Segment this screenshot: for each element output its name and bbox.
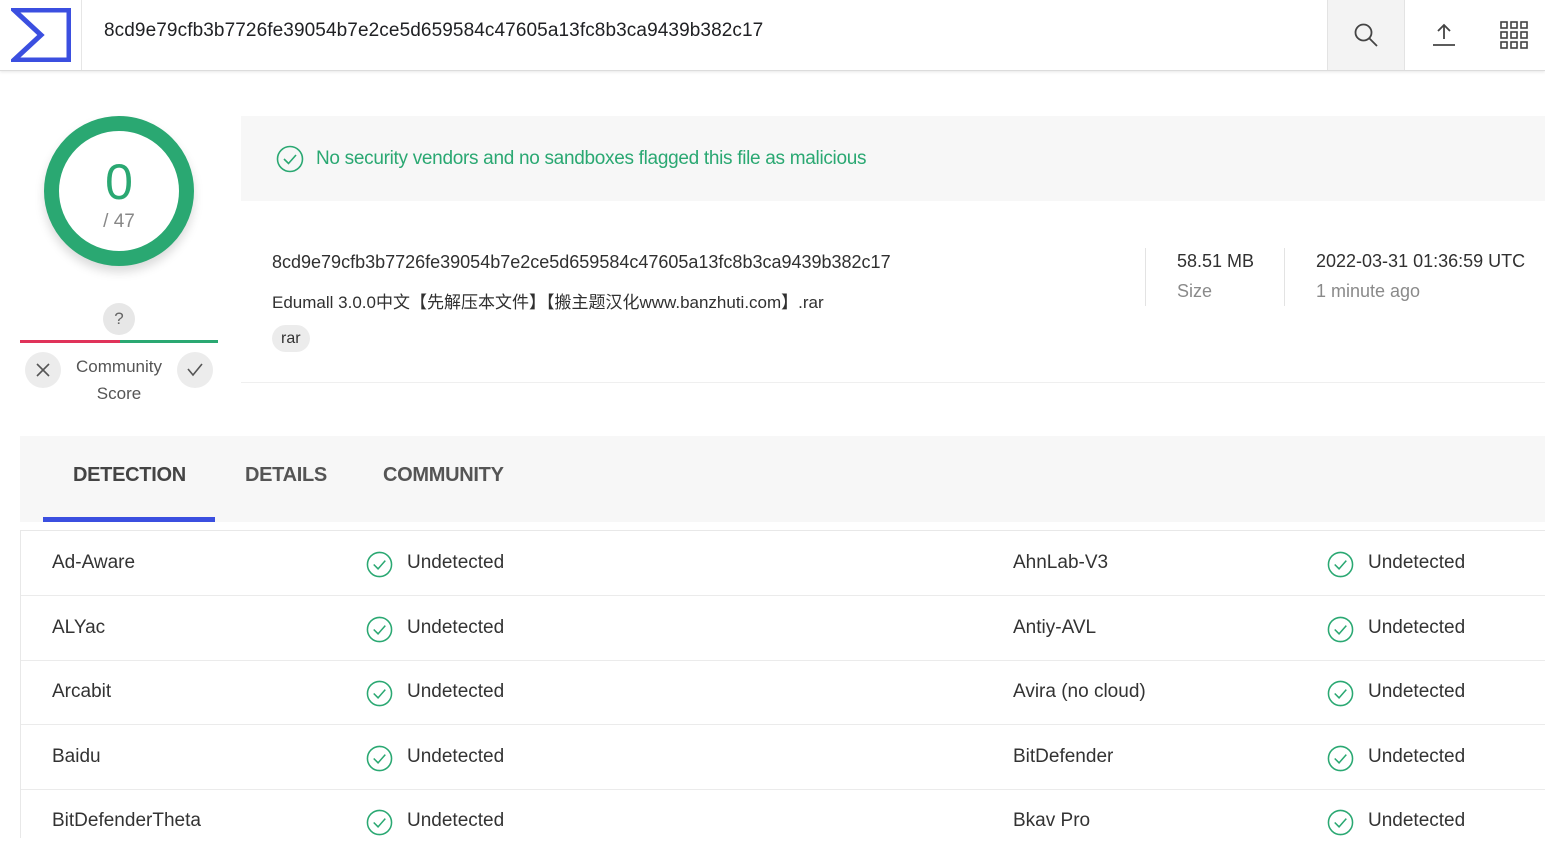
tab-community[interactable]: COMMUNITY [383,464,504,487]
detection-score-ring: 0 / 47 [44,116,194,266]
detection-count: 0 [105,154,133,210]
check-circle-icon [276,145,304,173]
active-tab-indicator [43,517,215,522]
vendor-name: Arcabit [52,681,112,702]
check-circle-icon [366,809,393,836]
vendor-name: Avira (no cloud) [1013,681,1146,702]
search-input[interactable]: 8cd9e79cfb3b7726fe39054b7e2ce5d659584c47… [104,20,763,42]
vote-malicious-button[interactable] [25,352,61,388]
vendor-name: Bkav Pro [1013,810,1091,831]
vendor-result: Undetected [407,617,505,638]
table-row: Arcabit Undetected Avira (no cloud) Unde… [21,660,1545,725]
vendor-result: Undetected [407,681,505,702]
divider [1284,248,1285,306]
report-tabs: DETECTION DETAILS COMMUNITY [20,436,1545,522]
vendor-result: Undetected [407,552,505,573]
vendor-name: Antiy-AVL [1013,617,1097,638]
vendor-name: Baidu [52,746,101,767]
vendor-result: Undetected [1368,552,1466,573]
verdict-banner: No security vendors and no sandboxes fla… [241,116,1545,201]
analysis-date: 2022-03-31 01:36:59 UTC [1316,251,1526,271]
check-circle-icon [1327,680,1354,707]
vendor-name: ALYac [52,617,106,638]
table-row: Baidu Undetected BitDefender Undetected [21,725,1545,790]
vendor-result: Undetected [1368,681,1466,702]
upload-button[interactable] [1405,0,1483,70]
check-circle-icon [1327,809,1354,836]
apps-grid-button[interactable] [1482,0,1545,70]
file-info-panel: 8cd9e79cfb3b7726fe39054b7e2ce5d659584c47… [241,201,1545,383]
engine-total: / 47 [103,211,135,232]
vendor-name: BitDefender [1013,746,1114,767]
tab-detection[interactable]: DETECTION [73,464,186,487]
verdict-message: No security vendors and no sandboxes fla… [316,148,867,169]
check-circle-icon [366,745,393,772]
detection-results-table: Ad-Aware Undetected AhnLab-V3 Undetected… [20,530,1545,838]
apps-grid-icon [1499,21,1528,49]
search-button[interactable] [1327,0,1405,70]
file-hash: 8cd9e79cfb3b7726fe39054b7e2ce5d659584c47… [272,252,891,272]
upload-icon [1433,23,1455,46]
table-row: Ad-Aware Undetected AhnLab-V3 Undetected [21,531,1545,596]
search-icon [1354,23,1378,47]
file-size-label: Size [1177,281,1213,301]
file-type-tag[interactable]: rar [272,325,310,352]
checkmark-icon [187,363,203,377]
check-circle-icon [366,680,393,707]
vendor-result: Undetected [407,810,505,831]
check-circle-icon [1327,551,1354,578]
tab-details[interactable]: DETAILS [245,464,327,487]
check-circle-icon [366,551,393,578]
vote-harmless-button[interactable] [177,352,213,388]
top-bar: 8cd9e79cfb3b7726fe39054b7e2ce5d659584c47… [0,0,1545,71]
vendor-result: Undetected [1368,746,1466,767]
check-circle-icon [366,616,393,643]
vendor-name: BitDefenderTheta [52,810,201,831]
vendor-result: Undetected [407,746,505,767]
close-icon [36,363,50,377]
virustotal-logo[interactable] [0,0,82,70]
check-circle-icon [1327,616,1354,643]
divider [1145,248,1146,306]
vendor-name: Ad-Aware [52,552,136,573]
table-row: ALYac Undetected Antiy-AVL Undetected [21,596,1545,661]
vendor-name: AhnLab-V3 [1013,552,1109,573]
file-name: Edumall 3.0.0中文【先解压本文件】【搬主题汉化www.banzhut… [272,293,824,312]
vendor-result: Undetected [1368,617,1466,638]
vendor-result: Undetected [1368,810,1466,831]
community-score-value: ? [103,303,135,335]
community-positive-bar [120,340,218,343]
check-circle-icon [1327,745,1354,772]
file-size-value: 58.51 MB [1177,251,1255,271]
table-row: BitDefenderTheta Undetected Bkav Pro Und… [21,789,1545,854]
analysis-age: 1 minute ago [1316,281,1421,301]
community-score-label: Community Score [76,357,162,403]
community-negative-bar [20,340,120,343]
